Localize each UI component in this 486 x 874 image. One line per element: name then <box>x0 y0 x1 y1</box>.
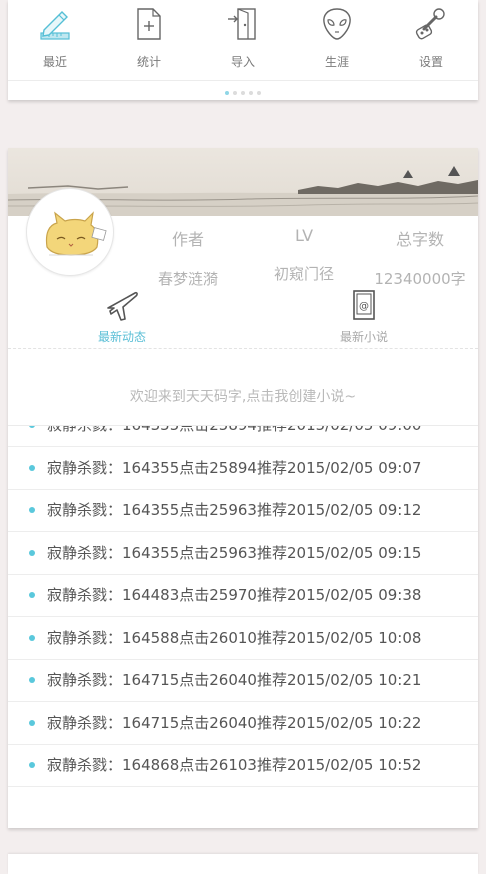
nav-label: 最近 <box>42 55 67 69</box>
nav-item-settings[interactable]: 设置 <box>384 0 478 80</box>
stat-head-level: LV <box>294 226 314 245</box>
nav-label: 导入 <box>230 55 255 69</box>
page-dot <box>249 91 253 95</box>
pencil-ruler-icon <box>40 11 70 40</box>
nav-card: 最近 统计 导入 生涯 设置 <box>8 0 478 100</box>
tab-bar: 最新动态 @ 最新小说 <box>8 288 478 348</box>
nav-item-recent[interactable]: 最近 <box>8 0 102 80</box>
nav-divider <box>8 80 478 81</box>
next-card-edge <box>8 854 478 874</box>
list-item[interactable]: 寂静杀戮：164868点击26103推荐2015/02/05 10:52 <box>8 744 478 787</box>
list-item[interactable]: 寂静杀戮：164715点击26040推荐2015/02/05 10:21 <box>8 659 478 702</box>
nav-bar: 最近 统计 导入 生涯 设置 <box>8 0 478 80</box>
bullet-dot <box>29 720 35 726</box>
stat-level: LV 初窥门径 <box>244 226 364 284</box>
list-item-text: 寂静杀戮：164715点击26040推荐2015/02/05 10:22 <box>47 714 422 732</box>
nav-item-career[interactable]: 生涯 <box>290 0 384 80</box>
stat-value-level: 初窥门径 <box>273 265 334 283</box>
list-item-text: 寂静杀戮：164355点击25963推荐2015/02/05 09:15 <box>47 544 422 562</box>
profile-card: 作者 春梦涟漪 LV 初窥门径 总字数 12340000字 最新动态 @ 最新小… <box>8 148 478 828</box>
list-item[interactable]: 寂静杀戮：164355点击25894推荐2015/02/05 09:07 <box>8 447 478 490</box>
list-item-text: 寂静杀戮：164483点击25970推荐2015/02/05 09:38 <box>47 586 422 604</box>
nav-item-stats[interactable]: 统计 <box>102 0 196 80</box>
svg-text:@: @ <box>359 301 369 312</box>
list-item-text: 寂静杀戮：164588点击26010推荐2015/02/05 10:08 <box>47 629 422 647</box>
list-item[interactable]: 寂静杀戮：164355点击25894推荐2015/02/05 09:00 <box>8 425 478 447</box>
list-item-text: 寂静杀戮：164715点击26040推荐2015/02/05 10:21 <box>47 671 422 689</box>
cat-avatar-icon <box>45 211 107 256</box>
list-item[interactable]: 寂静杀戮：164355点击25963推荐2015/02/05 09:12 <box>8 489 478 532</box>
stat-head-author: 作者 <box>171 230 204 249</box>
tab-label: 最新小说 <box>339 330 388 344</box>
list-item-text: 寂静杀戮：164355点击25894推荐2015/02/05 09:07 <box>47 459 422 477</box>
bullet-dot <box>29 677 35 683</box>
nav-label: 生涯 <box>324 55 349 69</box>
tab-label: 最新动态 <box>97 330 146 344</box>
alien-face-icon <box>323 8 351 40</box>
tab-latest-novels[interactable]: @ 最新小说 <box>264 288 464 348</box>
page-indicator <box>8 91 478 95</box>
create-novel-prompt[interactable]: 欢迎来到天天码字,点击我创建小说~ <box>8 386 478 406</box>
list-item[interactable]: 寂静杀戮：164483点击25970推荐2015/02/05 09:38 <box>8 574 478 617</box>
bullet-dot <box>29 465 35 471</box>
list-item-text: 寂静杀戮：164355点击25963推荐2015/02/05 09:12 <box>47 501 422 519</box>
nav-label: 统计 <box>136 55 161 69</box>
activity-list: 寂静杀戮：164355点击25894推荐2015/02/05 09:00 寂静杀… <box>8 425 478 828</box>
page-dot <box>241 91 245 95</box>
list-item-text: 寂静杀戮：164355点击25894推荐2015/02/05 09:00 <box>47 425 422 434</box>
list-item[interactable]: 寂静杀戮：164588点击26010推荐2015/02/05 10:08 <box>8 617 478 660</box>
page-dot <box>233 91 237 95</box>
bullet-dot <box>29 635 35 641</box>
stat-word-count: 总字数 12340000字 <box>360 226 478 289</box>
list-item[interactable]: 寂静杀戮：164355点击25963推荐2015/02/05 09:15 <box>8 532 478 575</box>
stat-head-word-count: 总字数 <box>395 230 444 249</box>
document-plus-icon <box>137 8 161 40</box>
page-dot <box>257 91 261 95</box>
stat-value-author: 春梦涟漪 <box>157 270 218 288</box>
tab-separator <box>8 348 478 349</box>
list-item-text: 寂静杀戮：164868点击26103推荐2015/02/05 10:52 <box>47 756 422 774</box>
book-at-icon: @ <box>353 290 375 320</box>
nav-item-import[interactable]: 导入 <box>196 0 290 80</box>
bullet-dot <box>29 550 35 556</box>
list-item[interactable]: 寂静杀戮：164715点击26040推荐2015/02/05 10:22 <box>8 702 478 745</box>
avatar[interactable] <box>26 188 114 276</box>
bullet-dot <box>29 426 35 428</box>
door-import-icon <box>228 8 256 40</box>
nav-label: 设置 <box>418 55 443 69</box>
airplane-icon <box>107 291 138 321</box>
stat-value-word-count: 12340000字 <box>374 270 466 288</box>
tab-latest-updates[interactable]: 最新动态 <box>22 288 222 348</box>
stat-author: 作者 春梦涟漪 <box>128 226 248 289</box>
bullet-dot <box>29 592 35 598</box>
page-dot-active <box>225 91 229 95</box>
bullet-dot <box>29 507 35 513</box>
wrench-bolt-icon <box>415 8 445 40</box>
bullet-dot <box>29 762 35 768</box>
